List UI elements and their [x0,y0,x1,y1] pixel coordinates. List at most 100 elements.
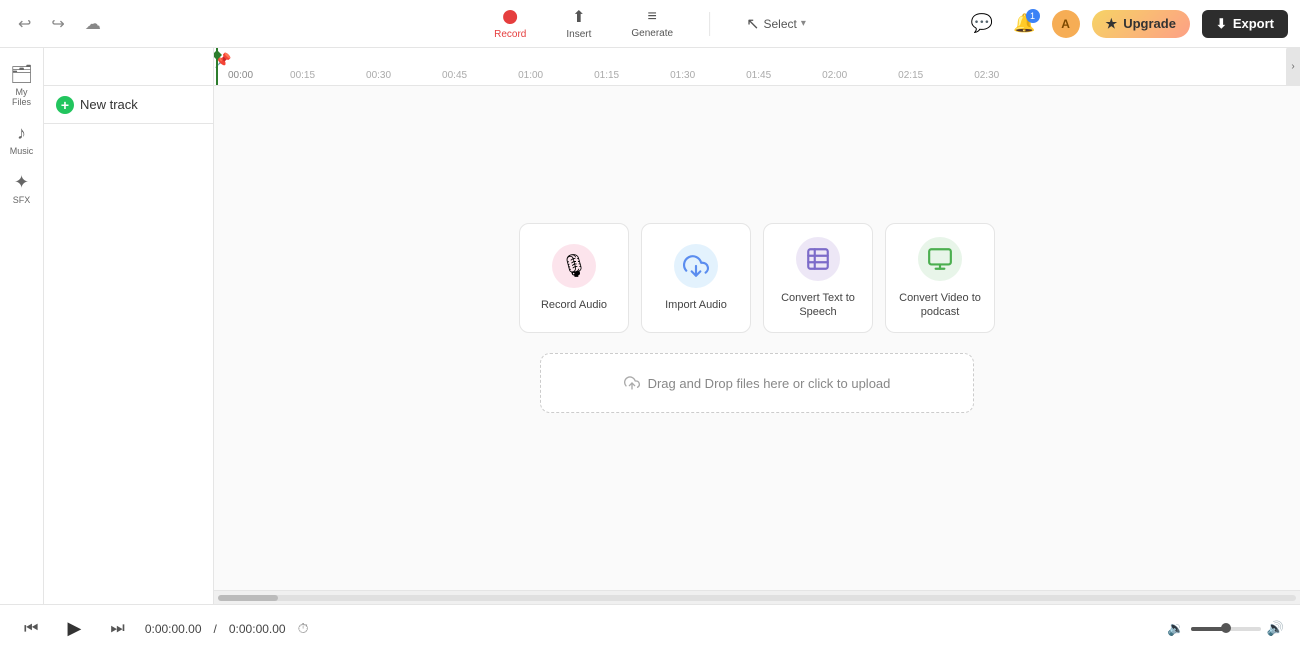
rewind-button[interactable]: ⏮ [16,616,46,642]
scrollbar-track[interactable] [218,595,1296,601]
center-area: 🎙 Record Audio Import [519,223,995,413]
time-separator: / [214,622,217,636]
new-track-button[interactable]: + New track [44,86,213,124]
music-icon: ♪ [17,123,26,144]
timeline-scrollbar-area[interactable] [214,590,1300,604]
sfx-icon: ✦ [14,172,29,193]
main-layout: 🗂 My Files ♪ Music ✦ SFX + New track 📌 [0,48,1300,604]
insert-icon: ⬆ [572,7,585,27]
convert-video-label: Convert Video to podcast [896,291,984,320]
import-audio-label: Import Audio [665,298,727,312]
drop-zone-label: Drag and Drop files here or click to upl… [648,376,891,391]
volume-up-icon[interactable]: 🔊 [1267,620,1284,637]
plus-icon: + [56,96,74,114]
time-total: 0:00:00.00 [229,622,286,636]
upload-icon [624,375,640,391]
ruler-marker-1: 00:15 [290,70,315,81]
top-bar-right: 💬 🔔 1 A ★ Upgrade ⬇ Export [967,9,1288,38]
cards-row: 🎙 Record Audio Import [519,223,995,333]
volume-slider[interactable] [1191,627,1261,631]
my-files-icon: 🗂 [10,64,33,85]
play-button[interactable]: ▶ [58,613,90,645]
timeline-ruler[interactable]: 📌 00:00 00:15 00:30 00:45 01:00 01:15 01… [214,48,1300,86]
icon-sidebar: 🗂 My Files ♪ Music ✦ SFX [0,48,44,604]
convert-text-icon [805,246,831,272]
sfx-label: SFX [13,195,31,205]
ruler-marker-6: 01:30 [670,70,695,81]
top-bar: ↩ ↪ ☁ Record ⬆ Insert ≡ Generate ↖ Selec… [0,0,1300,48]
scrollbar-thumb[interactable] [218,595,278,601]
card-import-audio[interactable]: Import Audio [641,223,751,333]
card-convert-text[interactable]: Convert Text to Speech [763,223,873,333]
import-audio-icon-wrap [674,244,718,288]
export-button[interactable]: ⬇ Export [1202,10,1288,38]
record-audio-icon: 🎙 [560,253,588,279]
export-icon: ⬇ [1216,16,1227,32]
convert-text-label: Convert Text to Speech [774,291,862,320]
new-track-label: New track [80,97,138,112]
volume-knob[interactable] [1221,623,1231,633]
tool-generate[interactable]: ≡ Generate [623,4,681,43]
time-current: 0:00:00.00 [145,622,202,636]
tool-select-label: Select [763,17,796,31]
timeline-content: 🎙 Record Audio Import [214,86,1300,590]
notification-button[interactable]: 🔔 1 [1009,9,1039,38]
bottom-bar: ⏮ ▶ ⏭ 0:00:00.00 / 0:00:00.00 ⏱ 🔉 🔊 [0,604,1300,652]
timer-icon[interactable]: ⏱ [298,620,309,637]
drop-zone[interactable]: Drag and Drop files here or click to upl… [540,353,974,413]
ruler-marker-8: 02:00 [822,70,847,81]
upgrade-star-icon: ★ [1106,16,1118,32]
sidebar-item-sfx[interactable]: ✦ SFX [2,166,42,211]
tool-generate-label: Generate [631,28,673,39]
ruler-marker-7: 01:45 [746,70,771,81]
track-ruler-spacer [44,48,213,86]
my-files-label: My Files [6,87,38,107]
ruler-marker-9: 02:15 [898,70,923,81]
ruler-marker-10: 02:30 [974,70,999,81]
toolbar-center: Record ⬆ Insert ≡ Generate ↖ Select ▾ [486,3,814,44]
chat-button[interactable]: 💬 [967,9,997,38]
card-record-audio[interactable]: 🎙 Record Audio [519,223,629,333]
ruler-marker-2: 00:30 [366,70,391,81]
ruler-marker-5: 01:15 [594,70,619,81]
nav-controls: ↩ ↪ ☁ [12,10,107,38]
toolbar-divider [709,12,710,36]
cloud-save-button[interactable]: ☁ [79,10,107,38]
convert-video-icon-wrap [918,237,962,281]
volume-down-icon[interactable]: 🔉 [1167,620,1184,637]
select-chevron-icon: ▾ [801,18,806,29]
volume-area: 🔉 🔊 [1167,620,1284,637]
ruler-marker-0: 00:00 [228,70,253,81]
sidebar-item-my-files[interactable]: 🗂 My Files [2,58,42,113]
timeline-collapse-button[interactable]: › [1286,48,1300,86]
redo-button[interactable]: ↪ [45,10,70,38]
tool-record-label: Record [494,29,526,40]
fast-forward-button[interactable]: ⏭ [102,616,132,642]
upgrade-label: Upgrade [1123,16,1176,31]
upgrade-button[interactable]: ★ Upgrade [1092,10,1190,38]
ruler-marker-4: 01:00 [518,70,543,81]
import-audio-icon [683,253,709,279]
record-dot-icon [503,10,517,24]
export-label: Export [1233,16,1274,31]
track-panel: + New track [44,48,214,604]
ruler-marker-3: 00:45 [442,70,467,81]
tool-record[interactable]: Record [486,3,534,44]
sidebar-item-music[interactable]: ♪ Music [2,117,42,162]
music-label: Music [10,146,34,156]
generate-icon: ≡ [648,8,657,26]
card-convert-video[interactable]: Convert Video to podcast [885,223,995,333]
convert-video-icon [927,246,953,272]
notification-badge: 1 [1026,9,1040,23]
tool-insert-label: Insert [566,29,591,40]
timeline-area: 📌 00:00 00:15 00:30 00:45 01:00 01:15 01… [214,48,1300,604]
avatar[interactable]: A [1052,10,1080,38]
record-audio-icon-wrap: 🎙 [552,244,596,288]
playhead-line [216,48,218,85]
tool-insert[interactable]: ⬆ Insert [558,3,599,44]
undo-button[interactable]: ↩ [12,10,37,38]
record-audio-label: Record Audio [541,298,607,312]
select-icon: ↖ [746,14,759,34]
tool-select[interactable]: ↖ Select ▾ [738,10,814,38]
convert-text-icon-wrap [796,237,840,281]
